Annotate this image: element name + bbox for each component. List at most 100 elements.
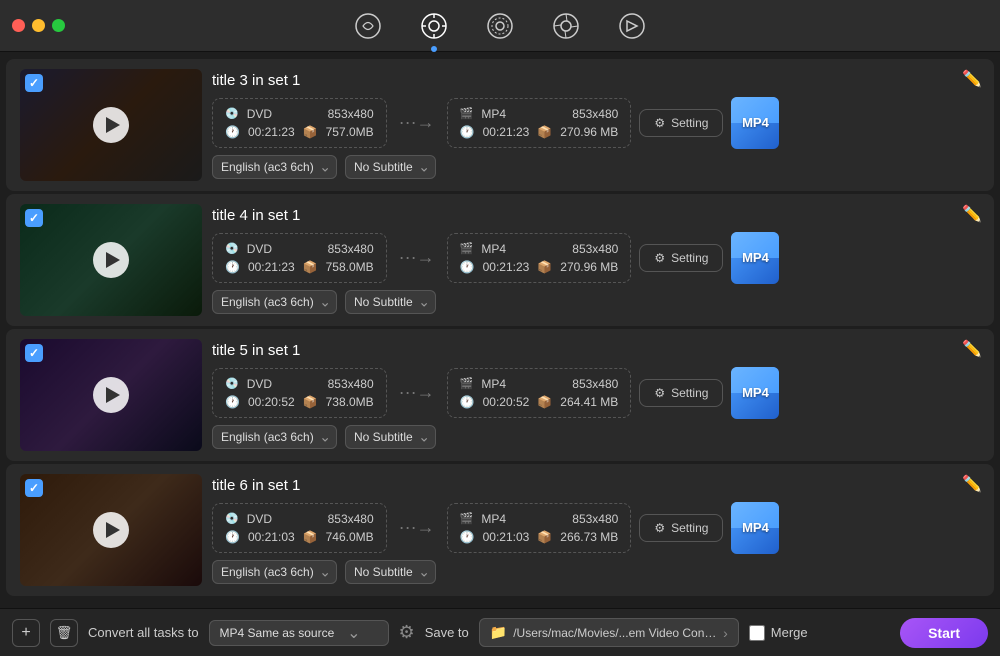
merge-checkbox[interactable] <box>749 625 765 641</box>
thumb-overlay-3 <box>20 474 202 586</box>
play-button-1[interactable] <box>93 242 129 278</box>
edit-icon-1[interactable]: ✏️ <box>962 204 982 224</box>
item-info-0: title 3 in set 1 💿 DVD 853x480 🕐 00:21:2… <box>212 72 980 179</box>
output-format-line-0: 🎬 MP4 853x480 <box>460 107 619 121</box>
setting-button-1[interactable]: ⚙ Setting <box>639 244 723 272</box>
audio-select-1[interactable]: English (ac3 6ch) <box>212 290 337 314</box>
edit-icon-0[interactable]: ✏️ <box>962 69 982 89</box>
nav-convert-icon[interactable] <box>416 8 452 44</box>
output-box-2: 🎬 MP4 853x480 🕐 00:20:52 📦 264.41 MB <box>447 368 632 418</box>
source-resolution-0: 853x480 <box>328 107 374 121</box>
mp4-badge-0: MP4 <box>731 97 779 149</box>
audio-select-3[interactable]: English (ac3 6ch) <box>212 560 337 584</box>
close-button[interactable] <box>12 19 25 32</box>
audio-select-wrapper-2: English (ac3 6ch) <box>212 425 337 449</box>
setting-gear-icon-2: ⚙ <box>654 386 665 400</box>
nav-burn-icon[interactable] <box>548 8 584 44</box>
play-button-2[interactable] <box>93 377 129 413</box>
output-duration-0: 00:21:23 <box>483 125 530 139</box>
output-format-icon-1: 🎬 <box>460 242 474 255</box>
output-box-3: 🎬 MP4 853x480 🕐 00:21:03 📦 266.73 MB <box>447 503 632 553</box>
source-format-line-1: 💿 DVD 853x480 <box>225 242 374 256</box>
edit-icon-3[interactable]: ✏️ <box>962 474 982 494</box>
merge-wrapper: Merge <box>749 625 808 641</box>
checkbox-2[interactable] <box>25 344 43 362</box>
minimize-button[interactable] <box>32 19 45 32</box>
thumb-overlay-2 <box>20 339 202 451</box>
source-box-1: 💿 DVD 853x480 🕐 00:21:23 📦 758.0MB <box>212 233 387 283</box>
output-resolution-2: 853x480 <box>572 377 618 391</box>
output-meta-line-1: 🕐 00:21:23 📦 270.96 MB <box>460 260 619 274</box>
mp4-text-3: MP4 <box>742 520 769 535</box>
add-button[interactable]: + <box>12 619 40 647</box>
setting-button-3[interactable]: ⚙ Setting <box>639 514 723 542</box>
output-size-3: 266.73 MB <box>560 530 618 544</box>
output-clock-icon-3: 🕐 <box>460 530 475 544</box>
audio-select-wrapper-0: English (ac3 6ch) <box>212 155 337 179</box>
settings-gear-button[interactable]: ⚙ <box>399 622 415 643</box>
thumbnail-0[interactable] <box>20 69 202 181</box>
checkbox-1[interactable] <box>25 209 43 227</box>
nav-disc-icon[interactable] <box>482 8 518 44</box>
output-filesize-icon-3: 📦 <box>537 530 552 544</box>
edit-icon-2[interactable]: ✏️ <box>962 339 982 359</box>
save-path-display[interactable]: 📁 /Users/mac/Movies/...em Video Converte… <box>479 618 739 647</box>
save-path-text: /Users/mac/Movies/...em Video Converter <box>513 626 717 640</box>
output-format-icon-2: 🎬 <box>460 377 474 390</box>
source-resolution-2: 853x480 <box>328 377 374 391</box>
thumbnail-3[interactable] <box>20 474 202 586</box>
start-button[interactable]: Start <box>900 618 988 648</box>
subtitle-select-wrapper-3: No Subtitle <box>345 560 436 584</box>
convert-select[interactable]: MP4 Same as source <box>209 620 389 646</box>
source-format-line-3: 💿 DVD 853x480 <box>225 512 374 526</box>
source-size-0: 757.0MB <box>326 125 374 139</box>
output-duration-2: 00:20:52 <box>483 395 530 409</box>
delete-button[interactable]: 🗑 <box>50 619 78 647</box>
audio-select-0[interactable]: English (ac3 6ch) <box>212 155 337 179</box>
thumb-overlay-1 <box>20 204 202 316</box>
output-format-icon-3: 🎬 <box>460 512 474 525</box>
subtitle-select-0[interactable]: No Subtitle <box>345 155 436 179</box>
video-item: title 4 in set 1 💿 DVD 853x480 🕐 00:21:2… <box>6 194 994 326</box>
thumbnail-1[interactable] <box>20 204 202 316</box>
setting-button-2[interactable]: ⚙ Setting <box>639 379 723 407</box>
play-button-3[interactable] <box>93 512 129 548</box>
checkbox-0[interactable] <box>25 74 43 92</box>
maximize-button[interactable] <box>52 19 65 32</box>
clock-icon-0: 🕐 <box>225 125 240 139</box>
audio-select-2[interactable]: English (ac3 6ch) <box>212 425 337 449</box>
subtitle-select-1[interactable]: No Subtitle <box>345 290 436 314</box>
nav-audio-icon[interactable] <box>350 8 386 44</box>
source-meta-line-1: 🕐 00:21:23 📦 758.0MB <box>225 260 374 274</box>
nav-rip-icon[interactable] <box>614 8 650 44</box>
checkbox-3[interactable] <box>25 479 43 497</box>
output-clock-icon-2: 🕐 <box>460 395 475 409</box>
filesize-icon-0: 📦 <box>303 125 318 139</box>
source-size-2: 738.0MB <box>326 395 374 409</box>
subtitle-select-2[interactable]: No Subtitle <box>345 425 436 449</box>
subtitle-select-wrapper-1: No Subtitle <box>345 290 436 314</box>
source-format-0: DVD <box>247 107 272 121</box>
setting-button-0[interactable]: ⚙ Setting <box>639 109 723 137</box>
audio-select-wrapper-1: English (ac3 6ch) <box>212 290 337 314</box>
arrow-convert-icon-2: ···→ <box>395 382 439 403</box>
video-item: title 3 in set 1 💿 DVD 853x480 🕐 00:21:2… <box>6 59 994 191</box>
source-format-1: DVD <box>247 242 272 256</box>
clock-icon-3: 🕐 <box>225 530 240 544</box>
mp4-text-0: MP4 <box>742 115 769 130</box>
thumbnail-2[interactable] <box>20 339 202 451</box>
source-format-3: DVD <box>247 512 272 526</box>
item-title-3: title 6 in set 1 <box>212 477 980 494</box>
video-item: title 5 in set 1 💿 DVD 853x480 🕐 00:20:5… <box>6 329 994 461</box>
mp4-text-2: MP4 <box>742 385 769 400</box>
output-format-line-2: 🎬 MP4 853x480 <box>460 377 619 391</box>
setting-gear-icon-3: ⚙ <box>654 521 665 535</box>
item-info-1: title 4 in set 1 💿 DVD 853x480 🕐 00:21:2… <box>212 207 980 314</box>
source-duration-0: 00:21:23 <box>248 125 295 139</box>
play-button-0[interactable] <box>93 107 129 143</box>
subtitle-select-wrapper-2: No Subtitle <box>345 425 436 449</box>
source-meta-line-0: 🕐 00:21:23 📦 757.0MB <box>225 125 374 139</box>
source-duration-3: 00:21:03 <box>248 530 295 544</box>
filesize-icon-2: 📦 <box>303 395 318 409</box>
subtitle-select-3[interactable]: No Subtitle <box>345 560 436 584</box>
